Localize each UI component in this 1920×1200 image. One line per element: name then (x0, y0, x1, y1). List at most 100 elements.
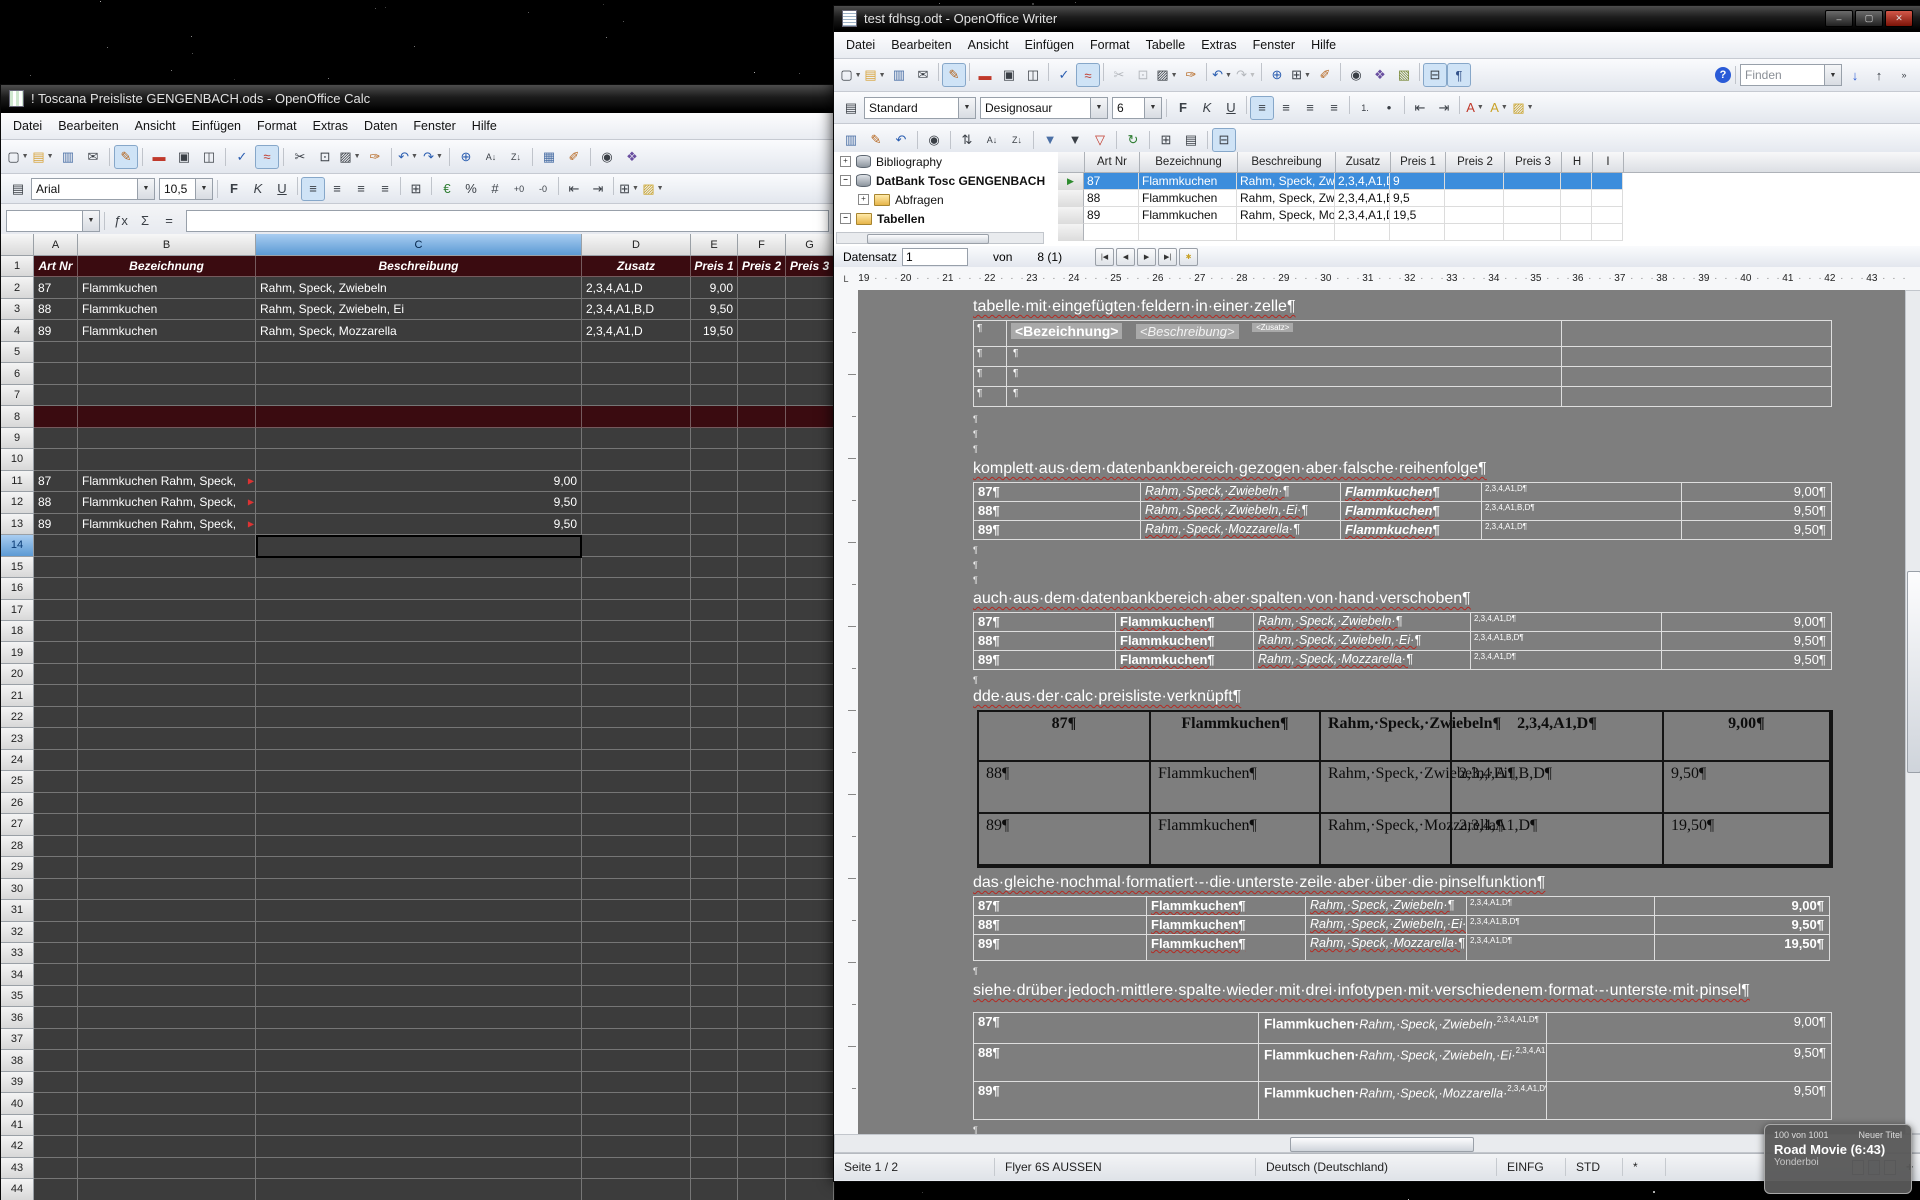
cell-A24[interactable] (34, 750, 78, 771)
tree-item-datbank-tosc-gengenbach[interactable]: − DatBank Tosc GENGENBACH (834, 171, 1058, 190)
row-header-33[interactable]: 33 (1, 943, 34, 964)
cell-C33[interactable] (256, 943, 582, 964)
cell-D30[interactable] (582, 879, 691, 900)
cell-F30[interactable] (738, 879, 786, 900)
status-page[interactable]: Seite 1 / 2 (834, 1158, 995, 1176)
cell-D19[interactable] (582, 642, 691, 663)
cell-B40[interactable] (78, 1093, 256, 1114)
cell-G25[interactable] (786, 771, 834, 792)
cell-E21[interactable] (691, 685, 738, 706)
page-preview-icon[interactable]: ◫ (1021, 63, 1045, 87)
cell-G40[interactable] (786, 1093, 834, 1114)
save-icon[interactable]: ▥ (887, 63, 911, 87)
cell-A38[interactable] (34, 1050, 78, 1071)
cell-F32[interactable] (738, 922, 786, 943)
cell-A7[interactable] (34, 385, 78, 406)
row-header-34[interactable]: 34 (1, 964, 34, 985)
cell-D3[interactable]: 2,3,4,A1,B,D (582, 299, 691, 320)
cell-A27[interactable] (34, 814, 78, 835)
cell-G43[interactable] (786, 1158, 834, 1179)
paragraph-style-combo[interactable]: Standard ▼ (864, 97, 976, 119)
cell-B41[interactable] (78, 1115, 256, 1136)
row-header-42[interactable]: 42 (1, 1136, 34, 1157)
cell-E28[interactable] (691, 836, 738, 857)
cell-B31[interactable] (78, 900, 256, 921)
column-header-C[interactable]: C (256, 234, 582, 256)
cell-D28[interactable] (582, 836, 691, 857)
cell-B19[interactable] (78, 642, 256, 663)
cell-F35[interactable] (738, 986, 786, 1007)
cell-D8[interactable] (582, 406, 691, 427)
cell-E41[interactable] (691, 1115, 738, 1136)
cell-B30[interactable] (78, 879, 256, 900)
cell-G30[interactable] (786, 879, 834, 900)
email-icon[interactable]: ✉ (911, 63, 935, 87)
cell-C9[interactable] (256, 428, 582, 449)
cell-E2[interactable]: 9,00 (691, 277, 738, 298)
grid-column-bezeichnung[interactable]: Bezeichnung (1140, 152, 1238, 173)
row-header-32[interactable]: 32 (1, 922, 34, 943)
cell-F6[interactable] (738, 363, 786, 384)
insert-chart-icon[interactable]: ▦ (537, 145, 561, 169)
cell-E38[interactable] (691, 1050, 738, 1071)
cell-E11[interactable] (691, 471, 738, 492)
cell-D25[interactable] (582, 771, 691, 792)
cell-D44[interactable] (582, 1179, 691, 1200)
record-number-input[interactable]: 1 (902, 248, 968, 266)
collapse-icon[interactable]: − (840, 213, 851, 224)
cell-F34[interactable] (738, 964, 786, 985)
cell-E16[interactable] (691, 578, 738, 599)
font-name-combo[interactable]: Designosaur ▼ (980, 97, 1108, 119)
cell-A35[interactable] (34, 986, 78, 1007)
cell-F10[interactable] (738, 449, 786, 470)
chevron-down-icon[interactable]: ▼ (82, 211, 99, 231)
insert-table-icon[interactable]: ⊞▼ (1289, 63, 1313, 87)
cell-A30[interactable] (34, 879, 78, 900)
formula-icon[interactable]: = (157, 209, 181, 233)
row-header-38[interactable]: 38 (1, 1050, 34, 1071)
cell-E26[interactable] (691, 793, 738, 814)
navigator-icon[interactable]: ❖ (620, 145, 644, 169)
cell-C32[interactable] (256, 922, 582, 943)
row-header-20[interactable]: 20 (1, 664, 34, 685)
email-icon[interactable]: ✉ (81, 145, 105, 169)
paste-icon[interactable]: ▨▼ (338, 145, 362, 169)
bullet-list-icon[interactable]: • (1377, 96, 1401, 120)
chevron-down-icon[interactable]: ▼ (958, 98, 975, 118)
cell-G10[interactable] (786, 449, 834, 470)
cell-E7[interactable] (691, 385, 738, 406)
toolbar-overflow-icon[interactable]: » (1892, 63, 1916, 87)
cell-B4[interactable]: Flammkuchen (78, 320, 256, 341)
cell-A29[interactable] (34, 857, 78, 878)
align-justified-icon[interactable]: ≡ (373, 177, 397, 201)
cell-D24[interactable] (582, 750, 691, 771)
cell-F29[interactable] (738, 857, 786, 878)
cell-D20[interactable] (582, 664, 691, 685)
copy-icon[interactable]: ⊡ (313, 145, 337, 169)
find-replace-icon[interactable]: ◉ (1344, 63, 1368, 87)
row-header-21[interactable]: 21 (1, 685, 34, 706)
cell-C24[interactable] (256, 750, 582, 771)
cell-D11[interactable] (582, 471, 691, 492)
cell-A39[interactable] (34, 1072, 78, 1093)
cell-B24[interactable] (78, 750, 256, 771)
align-center-icon[interactable]: ≡ (1274, 96, 1298, 120)
auto-spellcheck-icon[interactable]: ≈ (1076, 63, 1100, 87)
document-vertical-scrollbar[interactable] (1905, 290, 1920, 1134)
cell-D41[interactable] (582, 1115, 691, 1136)
maximize-button[interactable]: ▢ (1855, 10, 1883, 27)
cell-B14[interactable] (78, 535, 256, 556)
cell-A41[interactable] (34, 1115, 78, 1136)
cell-D38[interactable] (582, 1050, 691, 1071)
cell-D12[interactable] (582, 492, 691, 513)
cell-B28[interactable] (78, 836, 256, 857)
cell-C28[interactable] (256, 836, 582, 857)
cell-A9[interactable] (34, 428, 78, 449)
writer-titlebar[interactable]: test fdhsg.odt - OpenOffice Writer – ▢ ✕ (834, 6, 1920, 32)
cell-B21[interactable] (78, 685, 256, 706)
cell-E35[interactable] (691, 986, 738, 1007)
calc-titlebar[interactable]: ! Toscana Preisliste GENGENBACH.ods - Op… (1, 85, 834, 113)
cell-C1[interactable]: Beschreibung (256, 256, 582, 277)
grid-column-beschreibung[interactable]: Beschreibung (1238, 152, 1336, 173)
row-header-7[interactable]: 7 (1, 385, 34, 406)
